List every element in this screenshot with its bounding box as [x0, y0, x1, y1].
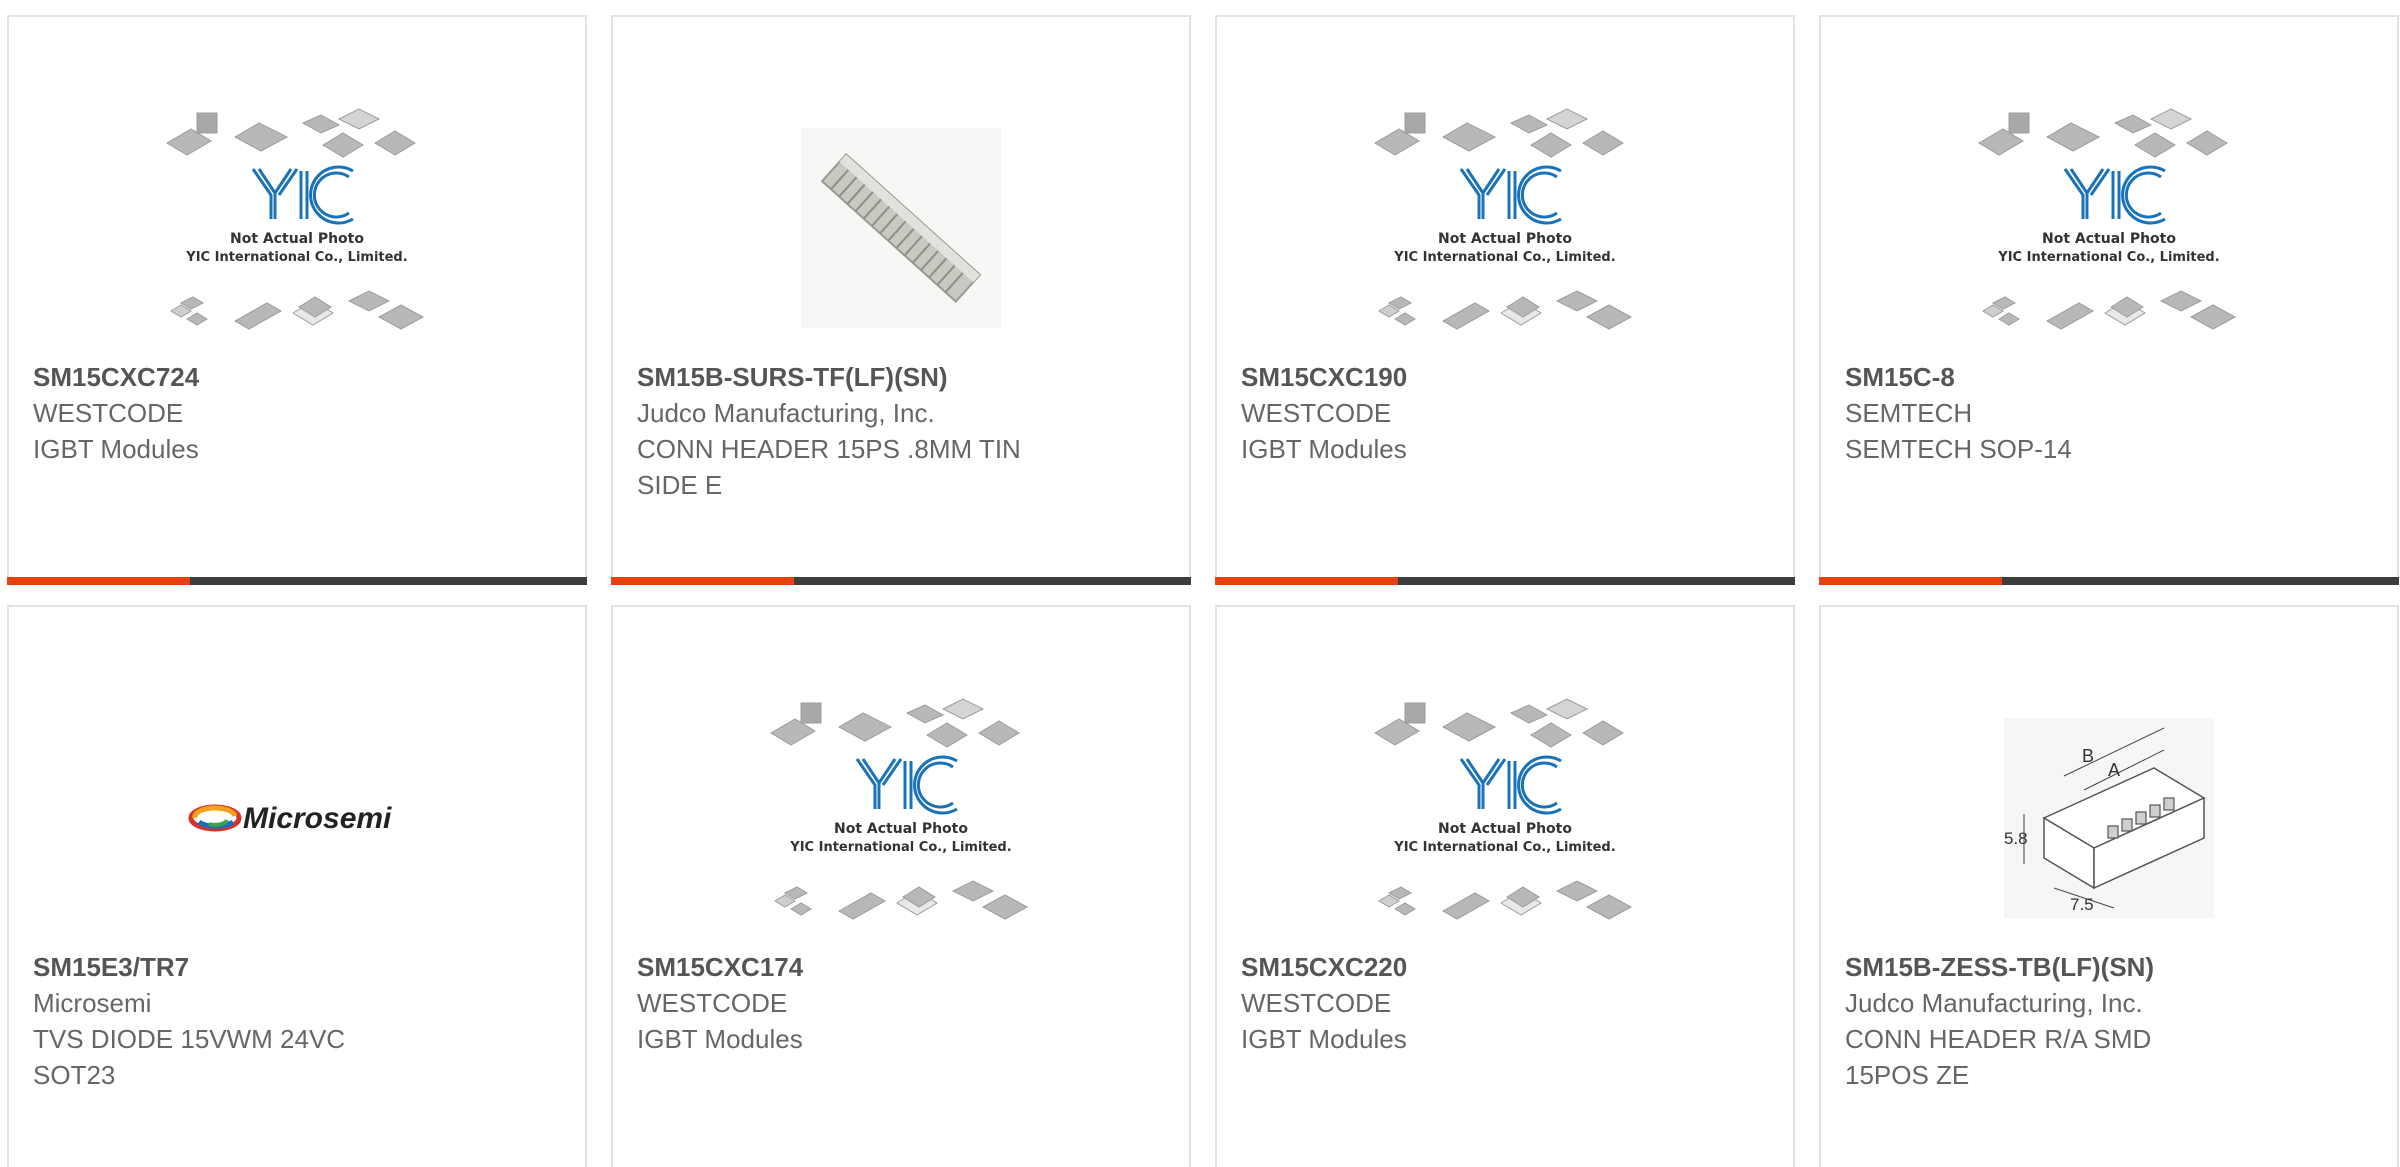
product-card[interactable]: Microsemi SM15E3/TR7 Microsemi TVS DIODE…	[7, 605, 587, 1167]
product-info: SM15C-8 SEMTECH SEMTECH SOP-14	[1845, 359, 2373, 467]
card-bottom-bar	[611, 577, 1191, 585]
description: IGBT Modules	[637, 1024, 803, 1054]
placeholder-caption-2: YIC International Co., Limited.	[1393, 250, 1615, 265]
dimension-label-depth: 7.5	[2070, 895, 2094, 914]
product-info: SM15CXC190 WESTCODE IGBT Modules	[1241, 359, 1769, 467]
card-bottom-bar	[7, 577, 587, 585]
part-number-link[interactable]: SM15C-8	[1845, 359, 2373, 395]
description: CONN HEADER 15PS .8MM TIN	[637, 434, 1021, 464]
placeholder-caption-1: Not Actual Photo	[2042, 231, 2176, 247]
product-info: SM15E3/TR7 Microsemi TVS DIODE 15VWM 24V…	[33, 949, 561, 1093]
placeholder-caption-2: YIC International Co., Limited.	[1393, 840, 1615, 855]
manufacturer: Microsemi	[33, 988, 152, 1018]
card-accent-bar	[1819, 577, 2002, 585]
product-info: SM15B-ZESS-TB(LF)(SN) Judco Manufacturin…	[1845, 949, 2373, 1093]
placeholder-caption-2: YIC International Co., Limited.	[789, 840, 1011, 855]
placeholder-caption-1: Not Actual Photo	[834, 821, 968, 837]
product-info: SM15CXC724 WESTCODE IGBT Modules	[33, 359, 561, 467]
manufacturer: Judco Manufacturing, Inc.	[637, 398, 935, 428]
placeholder-chip-image: Not Actual Photo YIC International Co., …	[1374, 108, 1633, 330]
product-image[interactable]: Not Actual Photo YIC International Co., …	[1217, 97, 1793, 359]
product-card[interactable]: Not Actual Photo YIC International Co., …	[1215, 605, 1795, 1167]
product-image[interactable]: Not Actual Photo YIC International Co., …	[1821, 97, 2397, 359]
part-number-link[interactable]: SM15B-ZESS-TB(LF)(SN)	[1845, 949, 2373, 985]
product-image[interactable]: B A 5.8 7.5	[1821, 687, 2397, 949]
placeholder-caption-1: Not Actual Photo	[230, 231, 364, 247]
placeholder-chip-image: Not Actual Photo YIC International Co., …	[770, 698, 1029, 920]
dimension-label-height: 5.8	[2004, 829, 2028, 848]
card-accent-bar	[1215, 577, 1398, 585]
manufacturer: WESTCODE	[1241, 988, 1392, 1018]
placeholder-chip-image: Not Actual Photo YIC International Co., …	[1374, 698, 1633, 920]
product-info: SM15CXC220 WESTCODE IGBT Modules	[1241, 949, 1769, 1057]
manufacturer: Judco Manufacturing, Inc.	[1845, 988, 2143, 1018]
description: CONN HEADER R/A SMD	[1845, 1024, 2152, 1054]
description: SEMTECH SOP-14	[1845, 434, 2072, 464]
product-image[interactable]: Not Actual Photo YIC International Co., …	[1217, 687, 1793, 949]
dimension-label-b: B	[2082, 746, 2094, 766]
microsemi-logo-text: Microsemi	[243, 802, 392, 835]
placeholder-chip-image: Not Actual Photo YIC International Co., …	[1978, 108, 2237, 330]
description-line-2: SIDE E	[637, 470, 723, 500]
part-number-link[interactable]: SM15CXC724	[33, 359, 561, 395]
product-card[interactable]: Not Actual Photo YIC International Co., …	[1215, 15, 1795, 585]
manufacturer: WESTCODE	[1241, 398, 1392, 428]
product-image[interactable]: Not Actual Photo YIC International Co., …	[613, 687, 1189, 949]
product-card[interactable]: Not Actual Photo YIC International Co., …	[7, 15, 587, 585]
description: IGBT Modules	[1241, 434, 1407, 464]
dimension-label-a: A	[2108, 760, 2120, 780]
manufacturer: SEMTECH	[1845, 398, 1973, 428]
card-accent-bar	[7, 577, 190, 585]
connector-strip-image	[801, 128, 1001, 328]
part-number-link[interactable]: SM15CXC220	[1241, 949, 1769, 985]
product-info: SM15CXC174 WESTCODE IGBT Modules	[637, 949, 1165, 1057]
connector-drawing-image: B A 5.8 7.5	[2004, 718, 2214, 918]
description-line-2: SOT23	[33, 1060, 116, 1090]
placeholder-caption-1: Not Actual Photo	[1438, 231, 1572, 247]
placeholder-caption-1: Not Actual Photo	[1438, 821, 1572, 837]
product-image[interactable]: Microsemi	[9, 687, 585, 949]
placeholder-caption-2: YIC International Co., Limited.	[185, 250, 407, 265]
placeholder-chip-image: Not Actual Photo YIC International Co., …	[166, 108, 425, 330]
manufacturer: WESTCODE	[33, 398, 184, 428]
part-number-link[interactable]: SM15CXC174	[637, 949, 1165, 985]
product-info: SM15B-SURS-TF(LF)(SN) Judco Manufacturin…	[637, 359, 1165, 503]
microsemi-logo: Microsemi	[188, 802, 392, 835]
part-number-link[interactable]: SM15B-SURS-TF(LF)(SN)	[637, 359, 1165, 395]
description: TVS DIODE 15VWM 24VC	[33, 1024, 346, 1054]
card-bottom-bar	[1215, 577, 1795, 585]
card-bottom-bar	[1819, 577, 2399, 585]
product-image[interactable]: Not Actual Photo YIC International Co., …	[9, 97, 585, 359]
description-line-2: 15POS ZE	[1845, 1060, 1970, 1090]
card-accent-bar	[611, 577, 794, 585]
placeholder-caption-2: YIC International Co., Limited.	[1997, 250, 2219, 265]
product-card[interactable]: Not Actual Photo YIC International Co., …	[1819, 15, 2399, 585]
description: IGBT Modules	[33, 434, 199, 464]
product-card[interactable]: SM15B-SURS-TF(LF)(SN) Judco Manufacturin…	[611, 15, 1191, 585]
product-card[interactable]: B A 5.8 7.5 SM15B-ZESS-TB(LF)(SN) Judco …	[1819, 605, 2399, 1167]
description: IGBT Modules	[1241, 1024, 1407, 1054]
product-card[interactable]: Not Actual Photo YIC International Co., …	[611, 605, 1191, 1167]
product-grid: Not Actual Photo YIC International Co., …	[0, 0, 2400, 1167]
manufacturer: WESTCODE	[637, 988, 788, 1018]
part-number-link[interactable]: SM15CXC190	[1241, 359, 1769, 395]
part-number-link[interactable]: SM15E3/TR7	[33, 949, 561, 985]
product-image[interactable]	[613, 97, 1189, 359]
